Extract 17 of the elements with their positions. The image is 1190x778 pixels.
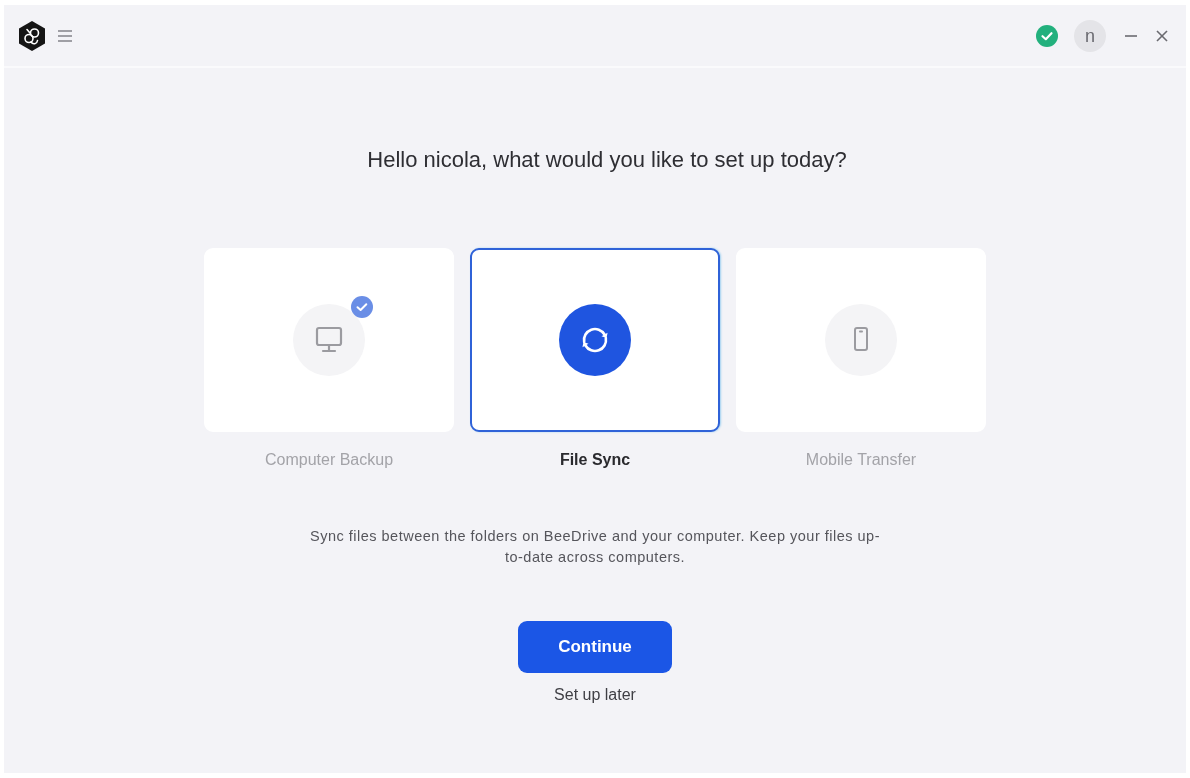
avatar-button[interactable]: n (1074, 19, 1106, 52)
check-circle-icon (1036, 24, 1058, 47)
option-label: Mobile Transfer (805, 450, 917, 470)
set-up-later-link[interactable]: Set up later (554, 685, 636, 705)
option-description: Sync files between the folders on BeeDrive and your computer. Keep your files up-to-date across computers. (308, 527, 881, 567)
option-label: File Sync (559, 450, 631, 470)
continue-button[interactable]: Continue (518, 621, 672, 673)
logo-icon (18, 20, 46, 51)
phone-icon (825, 304, 897, 376)
close-icon[interactable] (1156, 29, 1168, 42)
option-label: Computer Backup (264, 450, 394, 470)
menu-icon[interactable] (58, 29, 72, 42)
monitor-icon (293, 304, 365, 376)
sync-icon (559, 304, 631, 376)
page-title: Hello nicola, what would you like to set up today? (366, 146, 847, 174)
minimize-icon[interactable] (1125, 34, 1137, 37)
option-card[interactable] (470, 248, 720, 432)
